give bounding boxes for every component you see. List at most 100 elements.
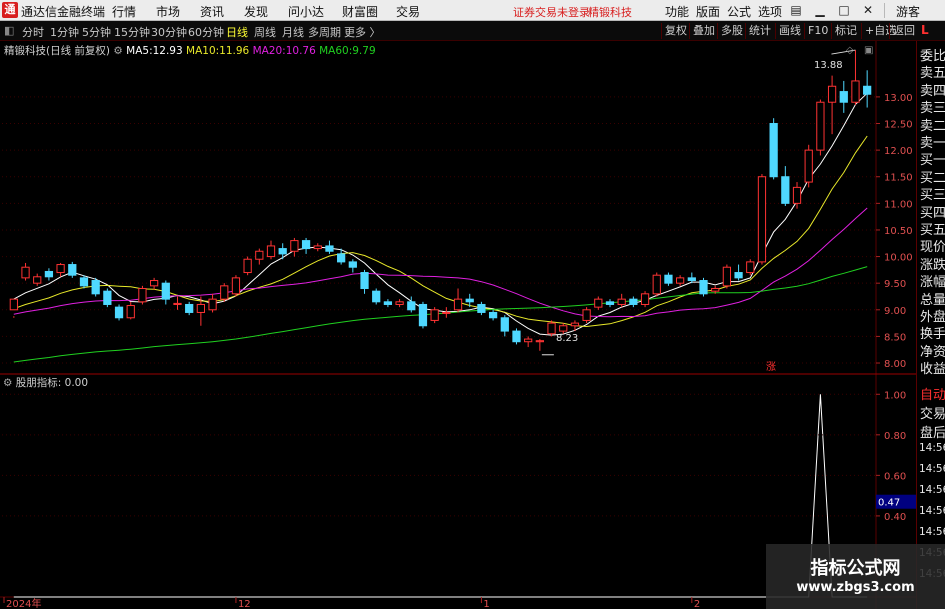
quote-label: 买二 bbox=[920, 170, 945, 186]
candle bbox=[418, 301, 428, 329]
indicator-name[interactable]: 股朋指标 bbox=[16, 377, 58, 389]
adjust-button[interactable]: 复权 bbox=[661, 23, 690, 39]
quote-lower-label[interactable]: 交易 bbox=[920, 403, 945, 422]
candle bbox=[769, 118, 778, 180]
kline-chart[interactable]: 13.0012.5012.0011.5011.0010.5010.009.509… bbox=[0, 41, 916, 609]
candle bbox=[360, 269, 369, 294]
period-toolbar: ◧ 分时 1分钟 5分钟 15分钟 30分钟 60分钟 日线 周线 月线 多周期… bbox=[0, 21, 945, 41]
maximize-icon[interactable]: □ bbox=[834, 2, 854, 18]
candle bbox=[535, 339, 544, 351]
low-price-label: 8.23 bbox=[556, 333, 578, 344]
candle-body bbox=[243, 258, 252, 274]
quote-label: 卖二 bbox=[920, 118, 945, 134]
candle bbox=[68, 261, 77, 278]
tab-period-5min[interactable]: 5分钟 bbox=[82, 24, 111, 40]
candle-body bbox=[804, 149, 813, 183]
date-tick-label: 2 bbox=[694, 599, 700, 609]
candle-body bbox=[149, 280, 159, 287]
high-price-label: 13.88 bbox=[814, 60, 843, 71]
tab-period-monthly[interactable]: 月线 bbox=[282, 24, 304, 40]
indicator-tick-label: 1.00 bbox=[884, 390, 906, 401]
expand-icon[interactable]: ▣ bbox=[864, 45, 873, 56]
quote-label: 总量 bbox=[920, 292, 945, 308]
indicator-settings-icon[interactable]: ⚙ bbox=[3, 377, 12, 389]
candle-body bbox=[699, 280, 708, 295]
trade-time: 14:56 bbox=[919, 484, 945, 496]
guest-label[interactable]: 游客 bbox=[896, 3, 920, 20]
app-title: 通达信金融终端 bbox=[21, 5, 106, 19]
quote-label: 买五 bbox=[920, 223, 945, 238]
candle bbox=[161, 280, 170, 305]
menu-options[interactable]: 选项 bbox=[758, 3, 782, 20]
menu-discover[interactable]: 发现 bbox=[244, 3, 268, 20]
menu-layout[interactable]: 版面 bbox=[696, 3, 720, 20]
tab-period-daily[interactable]: 日线 bbox=[226, 24, 248, 40]
statistics-button[interactable]: 统计 bbox=[745, 23, 774, 39]
tab-period-multi[interactable]: 多周期 bbox=[308, 24, 341, 40]
menu-quotes[interactable]: 行情 bbox=[112, 3, 136, 20]
quote-label: 买三 bbox=[920, 188, 945, 204]
limit-up-mark: 涨 bbox=[766, 361, 776, 373]
quote-label: 卖四 bbox=[920, 83, 945, 99]
candle bbox=[266, 240, 276, 260]
indicator-line bbox=[13, 394, 868, 598]
overlay-button[interactable]: 叠加 bbox=[689, 23, 718, 39]
trade-time: 14:56 bbox=[919, 526, 945, 538]
quote-lower-label[interactable]: 自动 bbox=[920, 384, 945, 403]
candle bbox=[56, 262, 65, 277]
tab-period-weekly[interactable]: 周线 bbox=[254, 24, 276, 40]
candle-body bbox=[594, 298, 603, 308]
f10-button[interactable]: F10 bbox=[804, 23, 831, 39]
tab-period-30min[interactable]: 30分钟 bbox=[151, 24, 187, 40]
quote-lower-label[interactable]: 盘后 bbox=[920, 422, 945, 441]
settings-icon[interactable]: ⚙ bbox=[113, 45, 122, 57]
candle-body bbox=[757, 176, 767, 263]
window-menu-icon[interactable]: ▤ bbox=[786, 2, 806, 18]
back-button[interactable]: 返回 bbox=[889, 23, 918, 39]
multi-stock-button[interactable]: 多股 bbox=[717, 23, 746, 39]
menu-function[interactable]: 功能 bbox=[665, 3, 689, 20]
panel-toggle-icon[interactable]: ◧ bbox=[4, 24, 14, 37]
tab-period-15min[interactable]: 15分钟 bbox=[114, 24, 150, 40]
quote-label: 卖三 bbox=[920, 101, 945, 117]
more-label: 更多 bbox=[344, 26, 366, 39]
candle bbox=[594, 296, 603, 310]
candle-body bbox=[9, 298, 18, 311]
mark-button[interactable]: 标记 bbox=[831, 23, 860, 39]
menu-wealth[interactable]: 财富圈 bbox=[342, 3, 378, 20]
candle-body bbox=[781, 176, 790, 204]
price-tick-label: 13.00 bbox=[884, 93, 913, 104]
candle bbox=[79, 275, 89, 289]
menubar: 通 通达信金融终端 行情 市场 资讯 发现 问小达 财富圈 交易 证券交易未登录… bbox=[0, 0, 945, 21]
tab-period-more[interactable]: 更多 〉 bbox=[344, 24, 381, 40]
trade-time: 14:56 bbox=[919, 463, 945, 475]
draw-line-button[interactable]: 画线 bbox=[775, 23, 804, 39]
menu-ask[interactable]: 问小达 bbox=[288, 3, 324, 20]
trade-login-notice[interactable]: 证券交易未登录 bbox=[513, 4, 590, 20]
menubar-divider bbox=[884, 3, 885, 18]
menu-news[interactable]: 资讯 bbox=[200, 3, 224, 20]
candle-body bbox=[313, 245, 322, 250]
menu-trade[interactable]: 交易 bbox=[396, 3, 420, 20]
candle-body bbox=[430, 309, 439, 321]
candle bbox=[512, 328, 521, 345]
level-badge[interactable]: L bbox=[921, 23, 935, 39]
trade-time: 14:56 bbox=[919, 505, 945, 517]
candle bbox=[699, 277, 708, 297]
diamond-icon[interactable]: ◇ bbox=[846, 45, 854, 56]
menu-market[interactable]: 市场 bbox=[156, 3, 180, 20]
candle bbox=[33, 273, 42, 286]
close-icon[interactable]: ✕ bbox=[858, 2, 878, 18]
candle-body bbox=[173, 302, 182, 305]
price-tick-label: 11.50 bbox=[884, 173, 913, 184]
menu-formula[interactable]: 公式 bbox=[727, 3, 751, 20]
candle bbox=[138, 285, 147, 305]
minimize-icon[interactable]: ▁ bbox=[810, 2, 830, 18]
tab-period-60min[interactable]: 60分钟 bbox=[188, 24, 224, 40]
candle-body bbox=[617, 298, 626, 305]
tab-period-intraday[interactable]: 分时 bbox=[22, 24, 44, 40]
candle-body bbox=[827, 85, 837, 103]
date-tick-label: 12 bbox=[238, 599, 251, 609]
tab-period-1min[interactable]: 1分钟 bbox=[50, 24, 79, 40]
indicator-tick-label: 0.60 bbox=[884, 471, 906, 482]
